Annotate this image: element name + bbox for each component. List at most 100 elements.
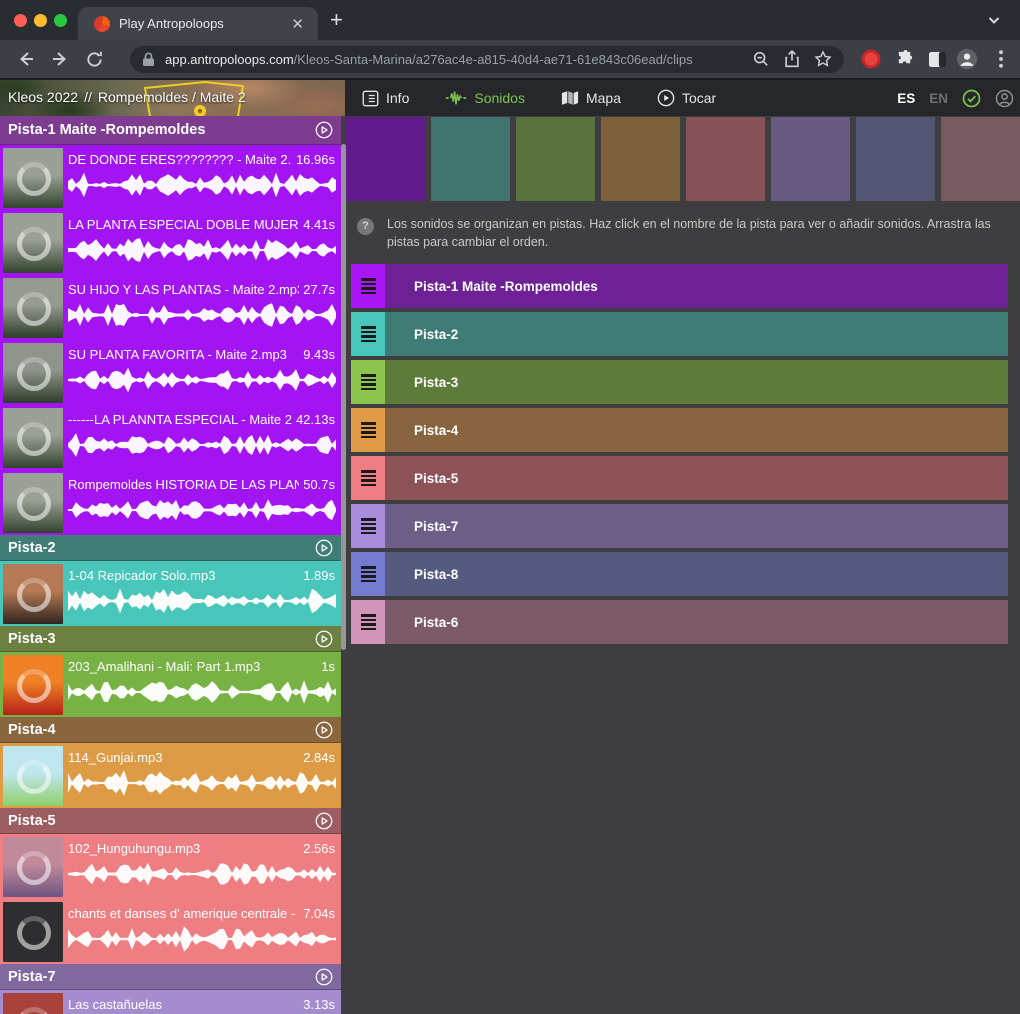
drag-handle-icon — [361, 564, 376, 584]
tab-close-icon[interactable]: ✕ — [287, 15, 308, 33]
drag-handle[interactable] — [351, 264, 385, 308]
drag-handle-icon — [361, 372, 376, 392]
loop-ring-icon — [17, 669, 51, 703]
side-panel-icon[interactable] — [926, 48, 948, 70]
recording-extension-icon[interactable] — [860, 48, 882, 70]
clip-duration: 1s — [321, 659, 335, 674]
lang-en-button[interactable]: EN — [929, 91, 948, 106]
lang-es-button[interactable]: ES — [897, 91, 915, 106]
track-header[interactable]: Pista-5 — [0, 808, 341, 834]
browser-tab[interactable]: Play Antropoloops ✕ — [78, 7, 318, 40]
track-row[interactable]: Pista-3 — [351, 360, 1008, 404]
forward-button[interactable] — [48, 47, 72, 71]
track-color-swatch — [771, 117, 850, 201]
track-row[interactable]: Pista-8 — [351, 552, 1008, 596]
clip-item[interactable]: SU HIJO Y LAS PLANTAS - Maite 2.mp327.7s — [0, 275, 341, 340]
clip-item[interactable]: SU PLANTA FAVORITA - Maite 2.mp39.43s — [0, 340, 341, 405]
nav-item-mapa[interactable]: Mapa — [547, 80, 635, 116]
play-track-button[interactable] — [315, 968, 333, 986]
track-row[interactable]: Pista-7 — [351, 504, 1008, 548]
address-bar[interactable]: app.antropoloops.com/Kleos-Santa-Marina/… — [130, 46, 844, 73]
back-button[interactable] — [14, 47, 38, 71]
clip-name: ------LA PLANNTA ESPECIAL - Maite 2.mp3 — [68, 412, 292, 427]
drag-handle[interactable] — [351, 600, 385, 644]
track-row-label: Pista-3 — [414, 375, 458, 390]
play-track-button[interactable] — [315, 630, 333, 648]
clip-duration: 3.13s — [303, 997, 335, 1012]
browser-tab-strip: Play Antropoloops ✕ + — [0, 0, 1020, 40]
play-track-button[interactable] — [315, 539, 333, 557]
share-icon[interactable] — [781, 48, 803, 70]
drag-handle-icon — [361, 468, 376, 488]
track-row[interactable]: Pista-1 Maite -Rompemoldes — [351, 264, 1008, 308]
clip-item[interactable]: LA PLANTA ESPECIAL DOBLE MUJER - Mai...4… — [0, 210, 341, 275]
browser-menu-kebab-icon[interactable] — [990, 48, 1012, 70]
url-text: app.antropoloops.com/Kleos-Santa-Marina/… — [165, 52, 741, 67]
clips-sidebar[interactable]: Pista-1 Maite -Rompemoldes DE DONDE ERES… — [0, 116, 341, 1014]
tab-search-chevron-icon[interactable] — [986, 12, 1002, 28]
window-close-button[interactable] — [14, 14, 27, 27]
play-track-button[interactable] — [315, 812, 333, 830]
clip-item[interactable]: 1-04 Repicador Solo.mp31.89s — [0, 561, 341, 626]
drag-handle[interactable] — [351, 312, 385, 356]
window-minimize-button[interactable] — [34, 14, 47, 27]
track-header[interactable]: Pista-3 — [0, 626, 341, 652]
extensions-puzzle-icon[interactable] — [894, 48, 916, 70]
tracks-panel: ? Los sonidos se organizan en pistas. Ha… — [346, 116, 1020, 1014]
track-color-swatch — [346, 117, 425, 201]
track-header[interactable]: Pista-1 Maite -Rompemoldes — [0, 116, 341, 145]
track-header[interactable]: Pista-2 — [0, 535, 341, 561]
drag-handle-icon — [361, 612, 376, 632]
new-tab-button[interactable]: + — [330, 9, 343, 31]
drag-handle[interactable] — [351, 552, 385, 596]
track-row[interactable]: Pista-6 — [351, 600, 1008, 644]
drag-handle[interactable] — [351, 408, 385, 452]
clip-item[interactable]: Las castañuelas3.13s — [0, 990, 341, 1014]
profile-avatar[interactable] — [956, 48, 978, 70]
reload-button[interactable] — [82, 47, 106, 71]
track-row[interactable]: Pista-5 — [351, 456, 1008, 500]
tab-title: Play Antropoloops — [119, 16, 287, 31]
nav-item-sonidos[interactable]: Sonidos — [431, 80, 539, 116]
bookmark-star-icon[interactable] — [812, 48, 834, 70]
clip-item[interactable]: ------LA PLANNTA ESPECIAL - Maite 2.mp3 4… — [0, 405, 341, 470]
drag-handle[interactable] — [351, 456, 385, 500]
drag-handle[interactable] — [351, 360, 385, 404]
lock-icon[interactable] — [142, 52, 155, 67]
clip-item[interactable]: 102_Hunguhungu.mp32.56s — [0, 834, 341, 899]
clip-thumbnail — [3, 655, 63, 715]
clip-name: chants et danses d' amerique centrale - … — [68, 906, 299, 921]
clip-item[interactable]: Rompemoldes HISTORIA DE LAS PLANTAS...50… — [0, 470, 341, 535]
clip-item[interactable]: chants et danses d' amerique centrale - … — [0, 899, 341, 964]
track-color-swatch — [686, 117, 765, 201]
track-header[interactable]: Pista-4 — [0, 717, 341, 743]
clip-item[interactable]: 114_Gunjai.mp32.84s — [0, 743, 341, 808]
help-question-icon: ? — [357, 218, 374, 235]
track-row[interactable]: Pista-2 — [351, 312, 1008, 356]
play-track-button[interactable] — [315, 121, 333, 139]
play-track-button[interactable] — [315, 721, 333, 739]
zoom-level-icon[interactable] — [750, 48, 772, 70]
window-zoom-button[interactable] — [54, 14, 67, 27]
track-header[interactable]: Pista-7 — [0, 964, 341, 990]
clip-waveform — [68, 925, 336, 953]
clip-item[interactable]: 203_Amalihani - Mali: Part 1.mp31s — [0, 652, 341, 717]
sidebar-track-section: Pista-4 114_Gunjai.mp32.84s — [0, 717, 341, 808]
browser-toolbar: app.antropoloops.com/Kleos-Santa-Marina/… — [0, 40, 1020, 78]
clip-name: 114_Gunjai.mp3 — [68, 750, 299, 765]
clip-item[interactable]: DE DONDE ERES???????? - Maite 2.mp316.96… — [0, 145, 341, 210]
drag-handle-icon — [361, 276, 376, 296]
track-color-swatch — [431, 117, 510, 201]
sidebar-scrollbar[interactable] — [341, 144, 346, 650]
track-row[interactable]: Pista-4 — [351, 408, 1008, 452]
clip-waveform — [68, 769, 336, 797]
nav-item-tocar[interactable]: Tocar — [643, 80, 730, 116]
clip-waveform — [68, 678, 336, 706]
nav-item-info[interactable]: Info — [348, 80, 423, 116]
drag-handle[interactable] — [351, 504, 385, 548]
track-row-label: Pista-4 — [414, 423, 458, 438]
breadcrumb-map-banner[interactable]: Kleos 2022//Rompemoldes / Maite 2 — [0, 80, 345, 116]
clip-duration: 42.13s — [296, 412, 335, 427]
track-row-label: Pista-6 — [414, 615, 458, 630]
account-icon[interactable] — [995, 89, 1014, 108]
